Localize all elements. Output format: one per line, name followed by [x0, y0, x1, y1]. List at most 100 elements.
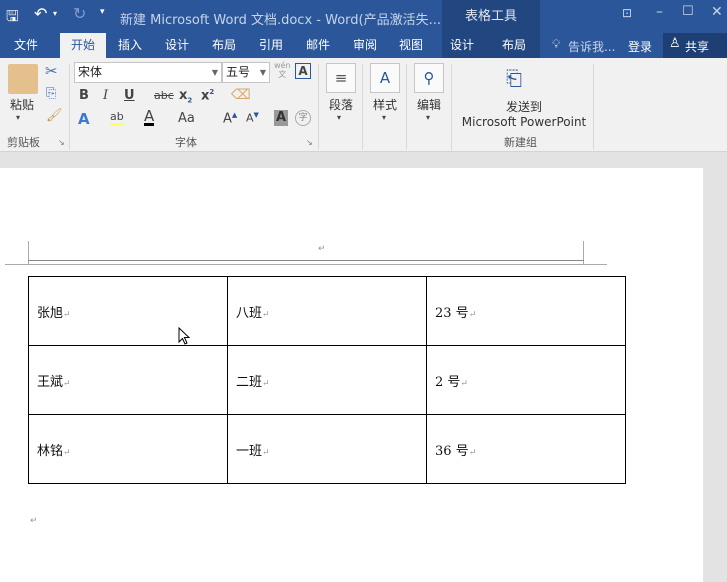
send-line2: Microsoft PowerPoint [461, 115, 587, 129]
cell-text: 一班 [236, 443, 263, 459]
tab-table-layout[interactable]: 布局 [494, 33, 534, 58]
sign-in-link[interactable]: 登录 [628, 38, 652, 55]
tab-home[interactable]: 开始 [60, 33, 106, 58]
change-case-button[interactable]: Aa [178, 111, 195, 126]
table-cell[interactable]: 一班↵ [227, 414, 427, 484]
customize-qat-icon[interactable]: ▾ [100, 7, 105, 17]
character-border-icon[interactable]: A [295, 63, 311, 79]
clear-formatting-icon[interactable]: ⌫ [231, 87, 251, 103]
table-cell[interactable]: 张旭↵ [28, 276, 228, 346]
font-name-value: 宋体 [78, 65, 103, 79]
cell-text: 2 号 [435, 374, 461, 390]
maximize-button[interactable]: ☐ [682, 4, 694, 19]
header-boundary [5, 264, 607, 265]
window-title: 新建 Microsoft Word 文档.docx - Word(产品激活失..… [120, 13, 441, 28]
table-row: 张旭↵ 八班↵ 23 号↵ [28, 276, 626, 346]
tab-design[interactable]: 设计 [157, 33, 197, 58]
mouse-cursor-icon [178, 327, 190, 345]
paste-dropdown-icon[interactable]: ▾ [16, 113, 20, 122]
table-cell[interactable]: 林铭↵ [28, 414, 228, 484]
table-cell[interactable]: 36 号↵ [426, 414, 626, 484]
search-icon[interactable]: ⚲ [414, 63, 444, 93]
paragraph-icon[interactable]: ≡ [326, 63, 356, 93]
new-group-label: 新建组 [504, 136, 537, 149]
tab-view[interactable]: 视图 [391, 33, 431, 58]
font-name-select[interactable]: 宋体 ▼ [74, 62, 222, 83]
text-effects-button[interactable]: A [78, 110, 90, 128]
styles-button[interactable]: 样式 [370, 96, 400, 113]
subscript-button[interactable]: x2 [179, 88, 192, 105]
strikethrough-button[interactable]: abc [154, 89, 174, 102]
paste-icon[interactable] [8, 64, 38, 94]
cell-text: 36 号 [435, 443, 469, 459]
highlight-color-button[interactable]: ab [110, 110, 124, 126]
redo-icon[interactable]: ↻ [73, 4, 86, 23]
cell-text: 二班 [236, 374, 263, 390]
tell-me-box[interactable]: 告诉我... [568, 38, 615, 55]
undo-icon[interactable]: ↶ [34, 4, 47, 23]
tab-table-design[interactable]: 设计 [442, 33, 482, 58]
save-icon[interactable]: 🖫 [6, 6, 19, 31]
title-bar: 🖫 ↶ ▾ ↻ ▾ 新建 Microsoft Word 文档.docx - Wo… [0, 0, 727, 33]
font-size-value: 五号 [226, 65, 251, 79]
styles-icon[interactable]: A [370, 63, 400, 93]
person-add-icon: ♙ [669, 36, 681, 51]
cell-text: 张旭 [37, 305, 64, 321]
grow-font-button[interactable]: A▲ [223, 111, 237, 126]
share-button[interactable]: ♙ 共享 [663, 33, 727, 58]
font-group-label: 字体 [175, 136, 197, 149]
tab-layout[interactable]: 布局 [204, 33, 244, 58]
tab-insert[interactable]: 插入 [110, 33, 150, 58]
clipboard-group-label: 剪贴板 [7, 136, 40, 149]
cell-text: 八班 [236, 305, 263, 321]
editing-dropdown-icon[interactable]: ▾ [426, 113, 430, 122]
header-paragraph-mark: ↵ [318, 244, 326, 254]
table-cell[interactable]: 八班↵ [227, 276, 427, 346]
paragraph-button[interactable]: 段落 [326, 96, 356, 113]
paragraph-dropdown-icon[interactable]: ▾ [337, 113, 341, 122]
table-cell[interactable]: 23 号↵ [426, 276, 626, 346]
font-color-button[interactable]: A [144, 109, 155, 126]
enclose-characters-button[interactable]: 字 [295, 110, 311, 126]
send-line1: 发送到 [505, 100, 542, 114]
send-to-powerpoint-button[interactable]: 发送到 Microsoft PowerPoint [460, 98, 588, 129]
format-painter-icon[interactable]: 🖌︎ [46, 108, 63, 123]
italic-button[interactable]: I [103, 88, 108, 103]
copy-icon[interactable]: ⎘ [46, 86, 56, 101]
bold-button[interactable]: B [79, 88, 89, 103]
ribbon-display-icon[interactable]: ⊡ [622, 6, 632, 20]
styles-dropdown-icon[interactable]: ▾ [382, 113, 386, 122]
document-table[interactable]: 张旭↵ 八班↵ 23 号↵ 王斌↵ 二班↵ 2 号↵ 林铭↵ 一班↵ 36 号↵ [28, 276, 626, 484]
character-shading-button[interactable]: A [274, 110, 288, 126]
phonetic-char: 文 [278, 70, 287, 79]
table-cell[interactable]: 2 号↵ [426, 345, 626, 415]
phonetic-guide-icon[interactable]: wén 文 [274, 61, 291, 79]
send-to-powerpoint-icon[interactable]: ⎗ [506, 66, 522, 90]
cell-text: 王斌 [37, 374, 64, 390]
table-row: 王斌↵ 二班↵ 2 号↵ [28, 345, 626, 415]
tab-mailings[interactable]: 邮件 [298, 33, 338, 58]
tab-file[interactable]: 文件 [0, 33, 52, 58]
font-launcher-icon[interactable]: ↘ [306, 138, 313, 147]
ribbon-tabs: 文件 开始 插入 设计 布局 引用 邮件 审阅 视图 设计 布局 💡︎ 告诉我.… [0, 33, 727, 58]
tab-review[interactable]: 审阅 [345, 33, 385, 58]
close-button[interactable]: ✕ [711, 4, 723, 20]
table-cell[interactable]: 二班↵ [227, 345, 427, 415]
shrink-font-button[interactable]: A▼ [246, 111, 259, 125]
cell-text: 林铭 [37, 443, 64, 459]
table-cell[interactable]: 王斌↵ [28, 345, 228, 415]
undo-dropdown-icon[interactable]: ▾ [53, 9, 57, 18]
editing-button[interactable]: 编辑 [414, 96, 444, 113]
clipboard-launcher-icon[interactable]: ↘ [58, 138, 65, 147]
underline-button[interactable]: U [124, 88, 135, 103]
cut-icon[interactable]: ✂ [45, 62, 58, 80]
ribbon: 粘贴 ▾ ✂ ⎘ 🖌︎ 剪贴板 ↘ 宋体 ▼ 五号 ▼ wén 文 A B I U a… [0, 58, 727, 152]
superscript-button[interactable]: x2 [201, 88, 214, 103]
body-paragraph-mark: ↵ [30, 516, 38, 526]
context-group-table-tools: 表格工具 [442, 0, 540, 33]
cell-text: 23 号 [435, 305, 469, 321]
paste-button[interactable]: 粘贴 [8, 96, 36, 113]
minimize-button[interactable]: – [656, 4, 663, 20]
font-size-select[interactable]: 五号 ▼ [222, 62, 270, 83]
tab-references[interactable]: 引用 [251, 33, 291, 58]
